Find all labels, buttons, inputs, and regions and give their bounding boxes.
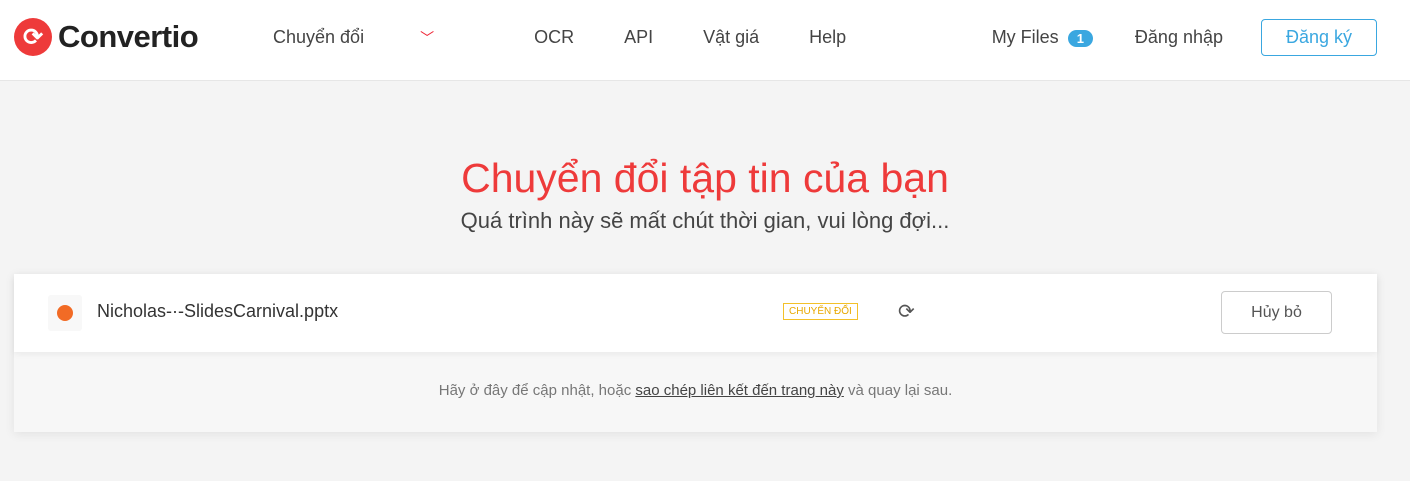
nav-pricing[interactable]: Vật giá	[703, 27, 759, 48]
logo-text: Convertio	[58, 19, 199, 54]
refresh-icon: ⟳	[898, 301, 915, 323]
signup-button[interactable]: Đăng ký	[1261, 19, 1377, 56]
file-name: Nicholas-·-SlidesCarnival.pptx	[97, 301, 339, 321]
nav-convert[interactable]: Chuyển đổi ﹀	[273, 27, 484, 48]
nav-help[interactable]: Help	[809, 27, 846, 48]
convert-arrows-icon: ⟳	[14, 18, 52, 56]
header: ⟳ Convertio Chuyển đổi ﹀ OCR API Vật giá …	[0, 0, 1410, 81]
note-text-end: và quay lại sau.	[843, 382, 953, 399]
logo[interactable]: ⟳ Convertio	[14, 18, 199, 56]
files-count-badge: 1	[1067, 30, 1093, 47]
status-badge: CHUYỂN ĐỔI	[783, 303, 858, 320]
my-files-link[interactable]: My Files 1	[992, 27, 1093, 48]
info-note: Hãy ở đây để cập nhật, hoặc sao chép liê…	[14, 382, 1377, 399]
conversion-card: Nicholas-·-SlidesCarnival.pptx CHUYỂN ĐỔ…	[14, 274, 1377, 432]
page-title: Chuyển đổi tập tin của bạn	[461, 155, 949, 201]
chevron-down-icon: ﹀	[420, 30, 435, 46]
login-link[interactable]: Đăng nhập	[1135, 27, 1223, 48]
copy-link[interactable]: sao chép liên kết đến trang này	[635, 382, 843, 399]
my-files-label: My Files	[991, 27, 1059, 47]
main-nav: Chuyển đổi ﹀ OCR API Vật giá Help	[273, 27, 896, 48]
pptx-file-icon	[48, 295, 82, 331]
page-subtitle: Quá trình này sẽ mất chút thời gian, vui…	[460, 208, 950, 233]
nav-label: Chuyển đổi	[273, 27, 365, 47]
cancel-button[interactable]: Hủy bỏ	[1221, 291, 1332, 334]
file-row: Nicholas-·-SlidesCarnival.pptx CHUYỂN ĐỔ…	[14, 274, 1377, 352]
nav-ocr[interactable]: OCR	[534, 27, 574, 48]
note-text: Hãy ở đây để cập nhật, hoặc	[438, 382, 636, 399]
nav-api[interactable]: API	[624, 27, 653, 48]
